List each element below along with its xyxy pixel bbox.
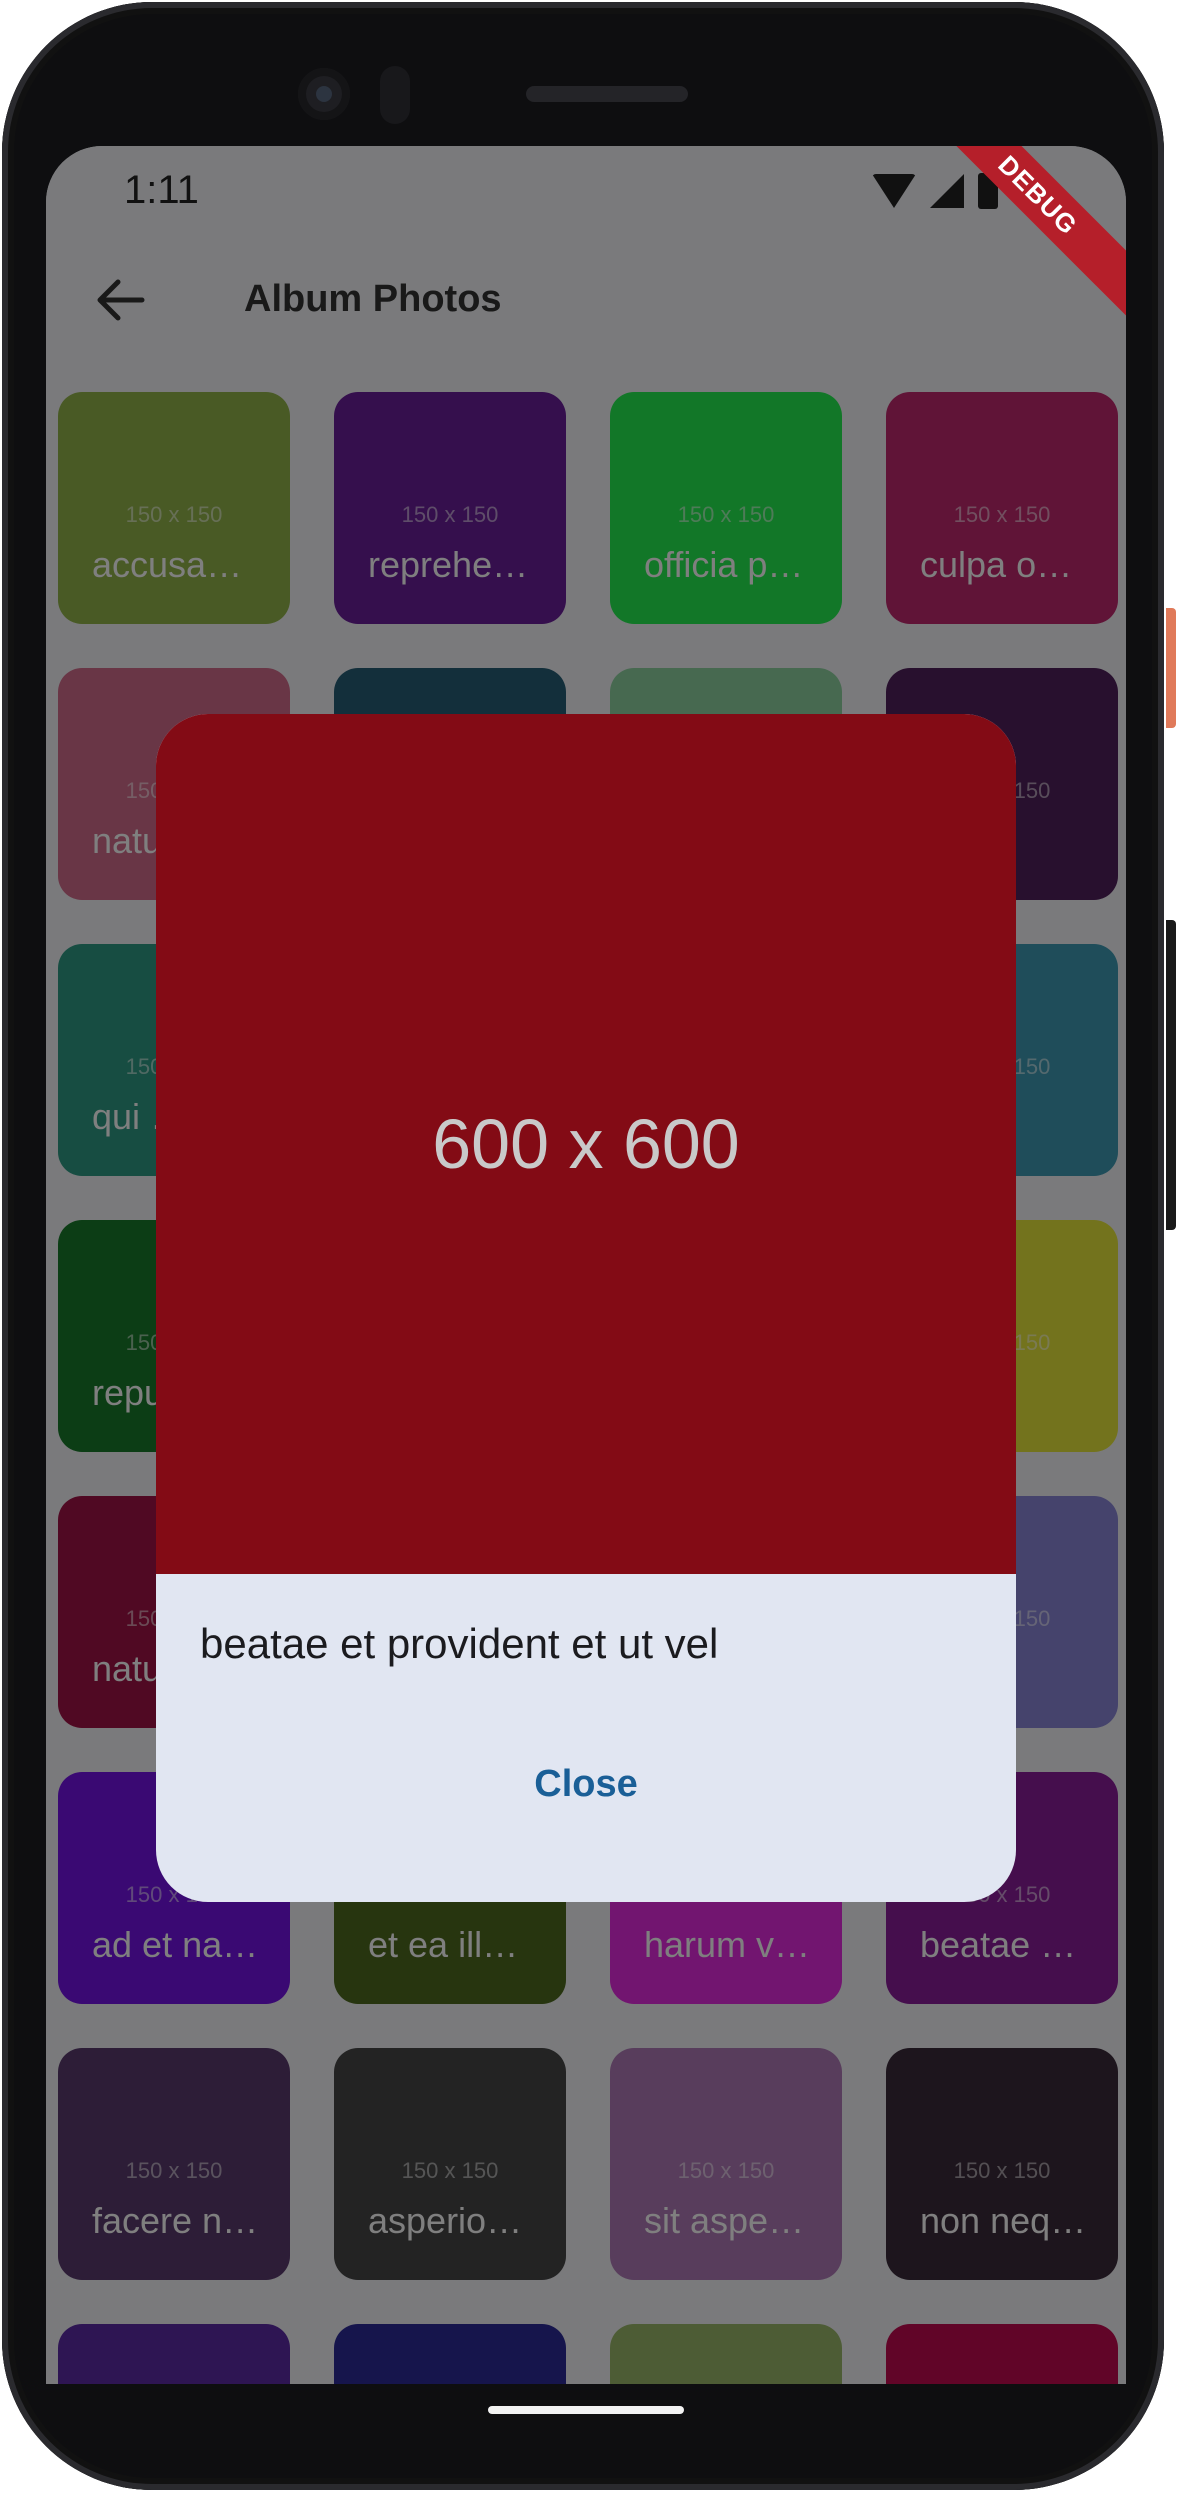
photo-caption: beatae et provident et ut vel bbox=[200, 1620, 719, 1667]
proximity-sensor bbox=[380, 66, 410, 124]
photo-size-label: 600 x 600 bbox=[432, 1105, 740, 1183]
screen: 1:11 99 Album Photos 150 x 150accusa…150… bbox=[46, 146, 1126, 2384]
front-camera bbox=[298, 68, 350, 120]
photo-dialog: 600 x 600 beatae et provident et ut vel … bbox=[156, 714, 1016, 1902]
power-button bbox=[1166, 608, 1176, 728]
earpiece-speaker bbox=[526, 86, 688, 102]
close-button[interactable]: Close bbox=[486, 1744, 686, 1824]
volume-button bbox=[1166, 920, 1176, 1230]
home-indicator[interactable] bbox=[488, 2406, 684, 2414]
photo-preview: 600 x 600 bbox=[156, 714, 1016, 1574]
